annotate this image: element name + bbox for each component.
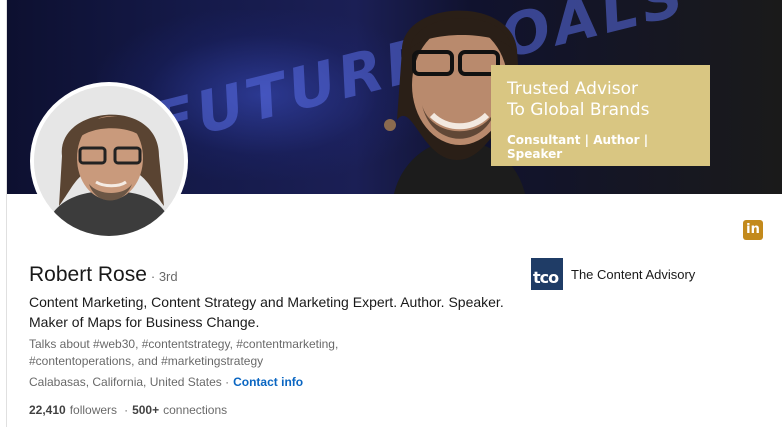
banner-badge: Trusted Advisor To Global Brands Consult… bbox=[491, 65, 710, 166]
badge-title-line1: Trusted Advisor bbox=[507, 79, 638, 99]
profile-name-row: Robert Rose · 3rd bbox=[29, 263, 178, 287]
badge-title-line2: To Global Brands bbox=[507, 100, 650, 120]
profile-name: Robert Rose bbox=[29, 263, 147, 286]
profile-headline: Content Marketing, Content Strategy and … bbox=[29, 294, 504, 330]
profile-card: FUTURE GOALS Trusted Advisor To Global B… bbox=[6, 0, 782, 427]
stats-separator: · bbox=[124, 403, 129, 417]
company-logo: tco bbox=[531, 258, 563, 290]
followers-label: followers bbox=[69, 403, 118, 417]
connections-label[interactable]: connections bbox=[163, 403, 227, 417]
profile-location: Calabasas, California, United States · bbox=[29, 375, 230, 389]
company-name: The Content Advisory bbox=[571, 266, 696, 282]
connection-degree: · 3rd bbox=[150, 269, 178, 284]
followers-count: 22,410 bbox=[29, 403, 66, 417]
contact-info-link[interactable]: Contact info bbox=[233, 375, 303, 389]
talks-about: Talks about #web30, #contentstrategy, #c… bbox=[29, 337, 339, 368]
network-stats: 22,410 followers · 500+ connections bbox=[29, 403, 227, 417]
current-company[interactable]: tco The Content Advisory bbox=[531, 258, 695, 290]
company-logo-text: tco bbox=[533, 268, 559, 287]
location-row: Calabasas, California, United States · C… bbox=[29, 375, 303, 389]
avatar-portrait bbox=[34, 86, 184, 236]
badge-subtitle: Consultant | Author | Speaker bbox=[507, 133, 649, 161]
profile-avatar[interactable] bbox=[30, 82, 188, 240]
connections-count[interactable]: 500+ bbox=[132, 403, 159, 417]
linkedin-icon[interactable]: in bbox=[743, 220, 763, 240]
avatar-photo bbox=[34, 86, 184, 236]
